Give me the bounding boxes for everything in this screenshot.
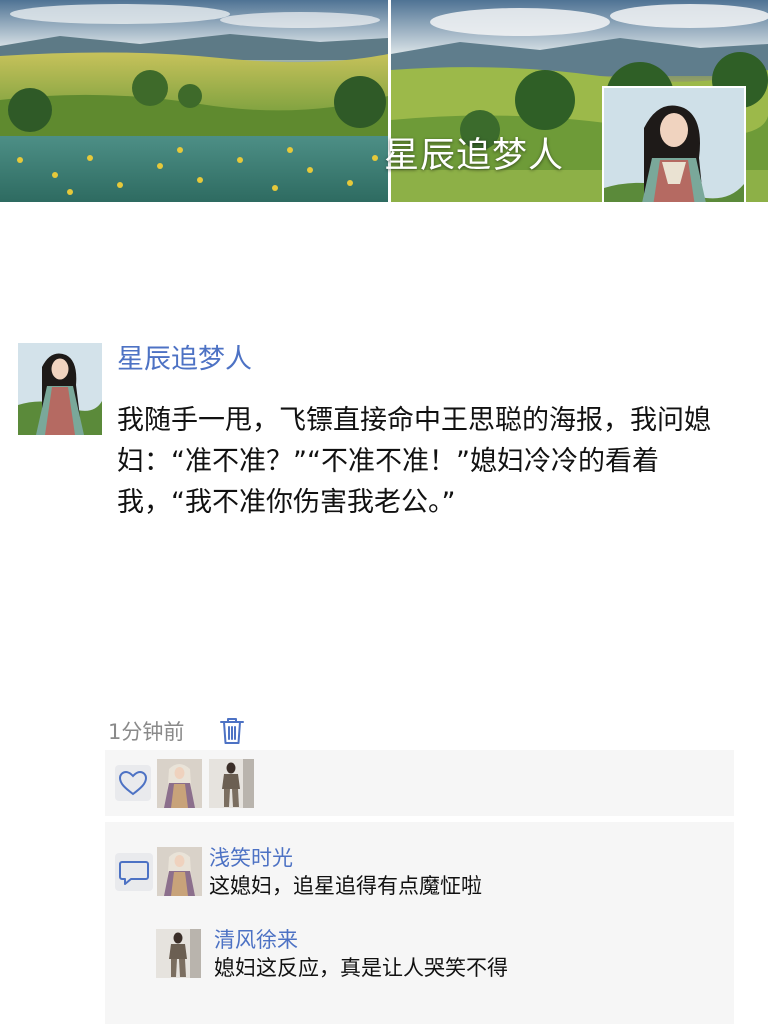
commenter-avatar[interactable]	[157, 847, 202, 896]
like-button[interactable]	[115, 765, 151, 801]
comment-text: 这媳妇，追星追得有点魔怔啦	[209, 874, 482, 898]
comment-item: 浅笑时光 这媳妇，追星追得有点魔怔啦	[157, 844, 717, 905]
avatar-image	[156, 929, 201, 978]
heart-outline-icon	[115, 765, 151, 801]
cover-avatar[interactable]	[602, 86, 746, 202]
commenter-avatar[interactable]	[156, 929, 201, 978]
cover-banner: 星辰追梦人	[0, 0, 768, 202]
profile-portrait-icon	[604, 88, 744, 202]
trash-icon	[220, 718, 244, 744]
avatar-image	[157, 759, 202, 808]
likes-panel	[105, 750, 734, 816]
delete-button[interactable]	[219, 716, 245, 746]
comment-bubble-icon	[115, 853, 153, 891]
comment-button[interactable]	[115, 853, 153, 891]
post-timestamp: 1分钟前	[108, 720, 185, 744]
profile-portrait-icon	[18, 343, 102, 435]
avatar-image	[157, 847, 202, 896]
comment-author[interactable]: 清风徐来	[214, 926, 298, 954]
comment-item: 清风徐来 媳妇这反应，真是让人哭笑不得	[156, 926, 716, 987]
comments-panel: 浅笑时光 这媳妇，追星追得有点魔怔啦 清风徐来 媳妇这反应，真是让人哭笑不得	[105, 822, 734, 1024]
post-author-name[interactable]: 星辰追梦人	[117, 340, 252, 380]
comment-text: 媳妇这反应，真是让人哭笑不得	[214, 956, 508, 980]
liker-avatar[interactable]	[157, 759, 202, 808]
cover-username: 星辰追梦人	[384, 136, 565, 176]
post-content: 我随手一甩，飞镖直接命中王思聪的海报，我问媳妇：“准不准？”“不准不准！”媳妇冷…	[117, 405, 711, 518]
post-author-avatar[interactable]	[18, 343, 102, 435]
liker-avatar[interactable]	[209, 759, 254, 808]
comment-author[interactable]: 浅笑时光	[209, 844, 293, 872]
avatar-image	[209, 759, 254, 808]
